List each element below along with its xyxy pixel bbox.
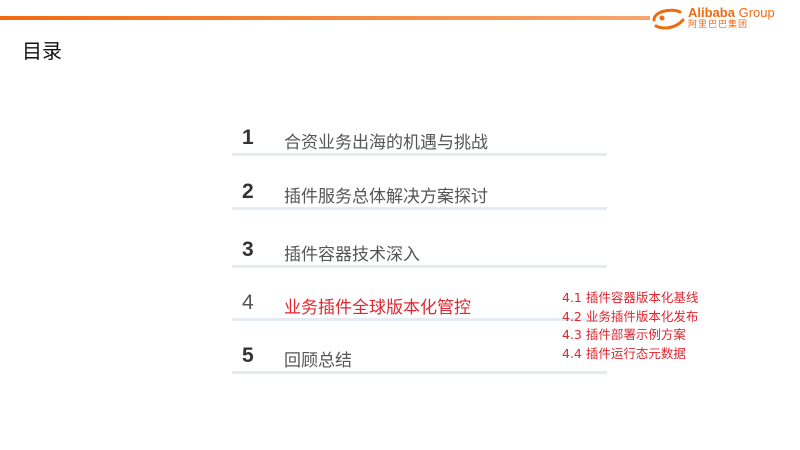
- subsection-item[interactable]: 4.1 插件容器版本化基线: [562, 289, 698, 308]
- toc-item-number: 3: [242, 238, 254, 261]
- subsection-item[interactable]: 4.4 插件运行态元数据: [562, 345, 698, 364]
- toc-item-number: 1: [242, 126, 254, 149]
- toc-item-label: 插件服务总体解决方案探讨: [284, 187, 488, 207]
- toc-divider: [232, 153, 607, 156]
- alibaba-group-logo: Alibaba Group 阿里巴巴集团: [650, 4, 790, 34]
- toc-item-number: 5: [242, 344, 254, 367]
- toc-item-label: 业务插件全球版本化管控: [284, 298, 471, 318]
- toc-item-5[interactable]: 5 回顾总结: [232, 340, 607, 374]
- logo-chinese-name: 阿里巴巴集团: [688, 20, 749, 30]
- toc-item-2[interactable]: 2 插件服务总体解决方案探讨: [232, 176, 607, 210]
- toc-item-4[interactable]: 4 业务插件全球版本化管控: [232, 287, 607, 321]
- subsection-item[interactable]: 4.2 业务插件版本化发布: [562, 308, 698, 327]
- alibaba-smile-icon: [652, 8, 685, 30]
- toc-divider: [232, 207, 607, 210]
- toc-item-number: 2: [242, 180, 254, 203]
- toc-divider: [232, 371, 607, 374]
- subsection-list: 4.1 插件容器版本化基线 4.2 业务插件版本化发布 4.3 插件部署示例方案…: [562, 289, 698, 363]
- page-title: 目录: [22, 39, 62, 63]
- toc-divider: [232, 318, 607, 321]
- logo-wordmark: Alibaba Group: [688, 5, 775, 20]
- toc-item-label: 合资业务出海的机遇与挑战: [284, 133, 488, 153]
- toc-item-1[interactable]: 1 合资业务出海的机遇与挑战: [232, 122, 607, 156]
- toc-item-label: 回顾总结: [284, 351, 352, 371]
- subsection-item[interactable]: 4.3 插件部署示例方案: [562, 326, 698, 345]
- toc-item-3[interactable]: 3 插件容器技术深入: [232, 234, 607, 268]
- toc-divider: [232, 265, 607, 268]
- toc-item-label: 插件容器技术深入: [284, 245, 420, 265]
- header-accent-bar: [0, 16, 650, 20]
- toc-item-number: 4: [242, 291, 254, 314]
